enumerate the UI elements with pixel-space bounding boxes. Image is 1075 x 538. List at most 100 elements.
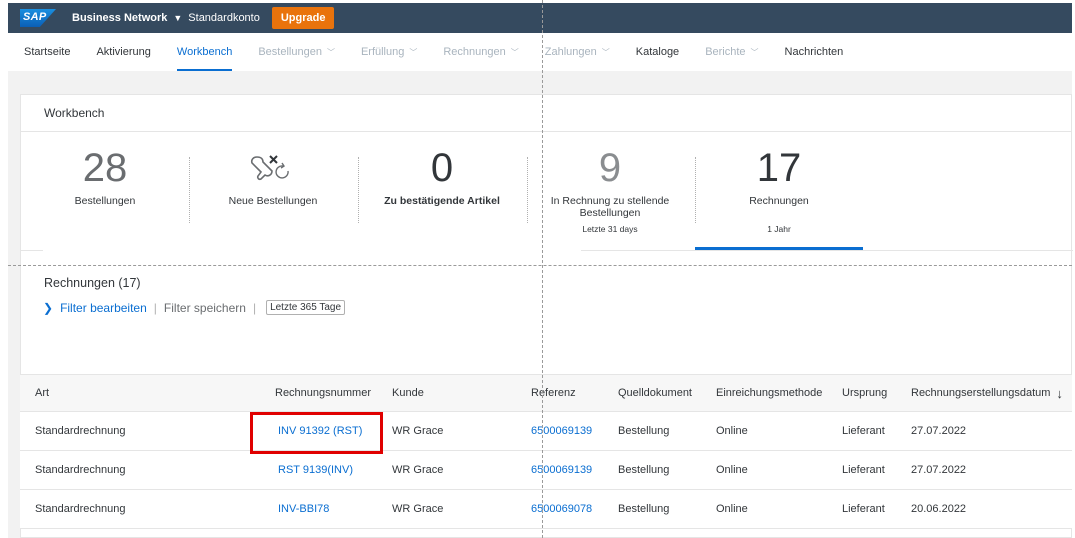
tile-sublabel: 1 Jahr [767, 224, 791, 234]
wrench-icon [189, 145, 357, 191]
cell-art: Standardrechnung [35, 503, 126, 515]
column-header-art[interactable]: Art [35, 375, 49, 411]
section-title: Rechnungen (17) [44, 276, 141, 290]
nav-kataloge[interactable]: Kataloge [636, 33, 679, 71]
cell-quelldokument: Bestellung [618, 464, 670, 476]
guide-line-horizontal [8, 265, 1072, 266]
shell-bar: SAP Business Network ▼ Standardkonto Upg… [8, 3, 1072, 33]
chevron-right-icon: ❯ [43, 300, 54, 315]
cell-art: Standardrechnung [35, 464, 126, 476]
invoice-number-link[interactable]: RST 9139(INV) [278, 451, 353, 489]
chevron-down-icon: ﹀ [409, 47, 418, 57]
cell-art: Standardrechnung [35, 425, 126, 437]
column-header-ursprung[interactable]: Ursprung [842, 375, 887, 411]
tile-neue-bestellungen[interactable]: Neue Bestellungen [189, 145, 357, 207]
separator: | [252, 300, 257, 315]
cell-ursprung: Lieferant [842, 425, 885, 437]
upgrade-button[interactable]: Upgrade [271, 7, 335, 29]
column-header-kunde[interactable]: Kunde [392, 375, 424, 411]
nav-label: Nachrichten [784, 46, 844, 58]
chevron-down-icon: ﹀ [510, 47, 519, 57]
divider [21, 131, 1071, 132]
divider [21, 250, 43, 251]
nav-label: Rechnungen [443, 46, 506, 58]
sap-logo[interactable]: SAP [20, 9, 56, 27]
cell-einreichungsmethode: Online [716, 425, 748, 437]
cell-ursprung: Lieferant [842, 464, 885, 476]
column-header-rechnungsnummer[interactable]: Rechnungsnummer [275, 375, 371, 411]
filter-bar: ❯ Filter bearbeiten | Filter speichern |… [43, 300, 346, 315]
tile-rechnungen[interactable]: 17 Rechnungen 1 Jahr [695, 145, 863, 234]
separator: | [153, 300, 157, 315]
tile-zu-bestaetigende-artikel[interactable]: 0 Zu bestätigende Artikel [358, 145, 526, 207]
tile-label: Bestellungen [74, 195, 136, 207]
tile-label: Rechnungen [749, 195, 809, 207]
cell-einreichungsmethode: Online [716, 464, 748, 476]
nav-label: Kataloge [635, 46, 680, 58]
table-row[interactable]: Standardrechnung INV 91392 (RST) WR Grac… [20, 412, 1072, 451]
tile-value: 9 [598, 146, 622, 190]
filter-badge[interactable]: Letzte 365 Tage [266, 300, 346, 315]
cell-quelldokument: Bestellung [618, 425, 670, 437]
tile-bestellungen[interactable]: 28 Bestellungen [21, 145, 189, 207]
cell-ursprung: Lieferant [842, 503, 885, 515]
reference-link[interactable]: 6500069078 [531, 490, 592, 528]
cell-datum: 20.06.2022 [911, 503, 967, 515]
sort-descending-icon[interactable]: ↓ [1056, 386, 1063, 401]
tile-sublabel: Letzte 31 days [582, 224, 638, 234]
nav-label: Berichte [705, 46, 746, 58]
cell-datum: 27.07.2022 [911, 464, 967, 476]
nav-bestellungen[interactable]: Bestellungen ﹀ [258, 33, 335, 71]
cell-kunde: WR Grace [392, 503, 444, 515]
cell-kunde: WR Grace [392, 464, 444, 476]
nav-startseite[interactable]: Startseite [24, 33, 70, 71]
nav-label: Startseite [24, 46, 71, 58]
divider [581, 250, 1073, 251]
nav-label: Zahlungen [544, 46, 597, 58]
tile-label: Neue Bestellungen [228, 195, 318, 207]
nav-erfuellung[interactable]: Erfüllung ﹀ [361, 33, 417, 71]
reference-link[interactable]: 6500069139 [531, 451, 592, 489]
tile-in-rechnung-zu-stellen[interactable]: 9 In Rechnung zu stellende Bestellungen … [526, 145, 694, 234]
cell-quelldokument: Bestellung [618, 503, 670, 515]
brand-name: Business Network [72, 12, 168, 24]
nav-label: Bestellungen [258, 46, 322, 58]
cell-einreichungsmethode: Online [716, 503, 748, 515]
selected-tile-indicator [695, 247, 863, 250]
nav-workbench[interactable]: Workbench [176, 33, 233, 71]
filter-edit-link[interactable]: ❯ Filter bearbeiten [43, 301, 147, 315]
account-type: Standardkonto [188, 12, 260, 24]
nav-label: Workbench [176, 46, 233, 58]
nav-rechnungen[interactable]: Rechnungen ﹀ [443, 33, 518, 71]
tile-value: 17 [756, 146, 802, 190]
tile-value: 28 [82, 146, 128, 190]
chevron-down-icon[interactable]: ▼ [173, 13, 182, 23]
nav-nachrichten[interactable]: Nachrichten [785, 33, 844, 71]
nav-berichte[interactable]: Berichte ﹀ [705, 33, 758, 71]
invoice-number-link[interactable]: INV-BBI78 [278, 490, 329, 528]
panel-title: Workbench [44, 106, 105, 120]
table-row[interactable]: Standardrechnung INV-BBI78 WR Grace 6500… [20, 490, 1072, 529]
table-row[interactable]: Standardrechnung RST 9139(INV) WR Grace … [20, 451, 1072, 490]
column-header-einreichungsmethode[interactable]: Einreichungsmethode [716, 375, 822, 411]
nav-aktivierung[interactable]: Aktivierung [96, 33, 150, 71]
filter-save-link[interactable]: Filter speichern [164, 301, 246, 315]
highlight-annotation [250, 412, 383, 454]
guide-line-vertical [542, 0, 543, 538]
cell-datum: 27.07.2022 [911, 425, 967, 437]
nav-label: Aktivierung [96, 46, 151, 58]
invoice-table: Art Rechnungsnummer Kunde Referenz Quell… [20, 374, 1072, 529]
tile-label: Zu bestätigende Artikel [384, 195, 500, 207]
tile-label: In Rechnung zu stellende Bestellungen [550, 195, 670, 219]
chevron-down-icon: ﹀ [326, 47, 335, 57]
column-header-quelldokument[interactable]: Quelldokument [618, 375, 692, 411]
table-header: Art Rechnungsnummer Kunde Referenz Quell… [20, 374, 1072, 412]
filter-edit-label: Filter bearbeiten [60, 300, 147, 315]
column-header-datum[interactable]: Rechnungserstellungsdatum ↓ [911, 375, 1063, 411]
nav-zahlungen[interactable]: Zahlungen ﹀ [545, 33, 610, 71]
cell-kunde: WR Grace [392, 425, 444, 437]
column-header-label: Rechnungserstellungsdatum [911, 387, 1051, 399]
reference-link[interactable]: 6500069139 [531, 412, 592, 450]
column-header-referenz[interactable]: Referenz [531, 375, 576, 411]
nav-label: Erfüllung [360, 46, 405, 58]
